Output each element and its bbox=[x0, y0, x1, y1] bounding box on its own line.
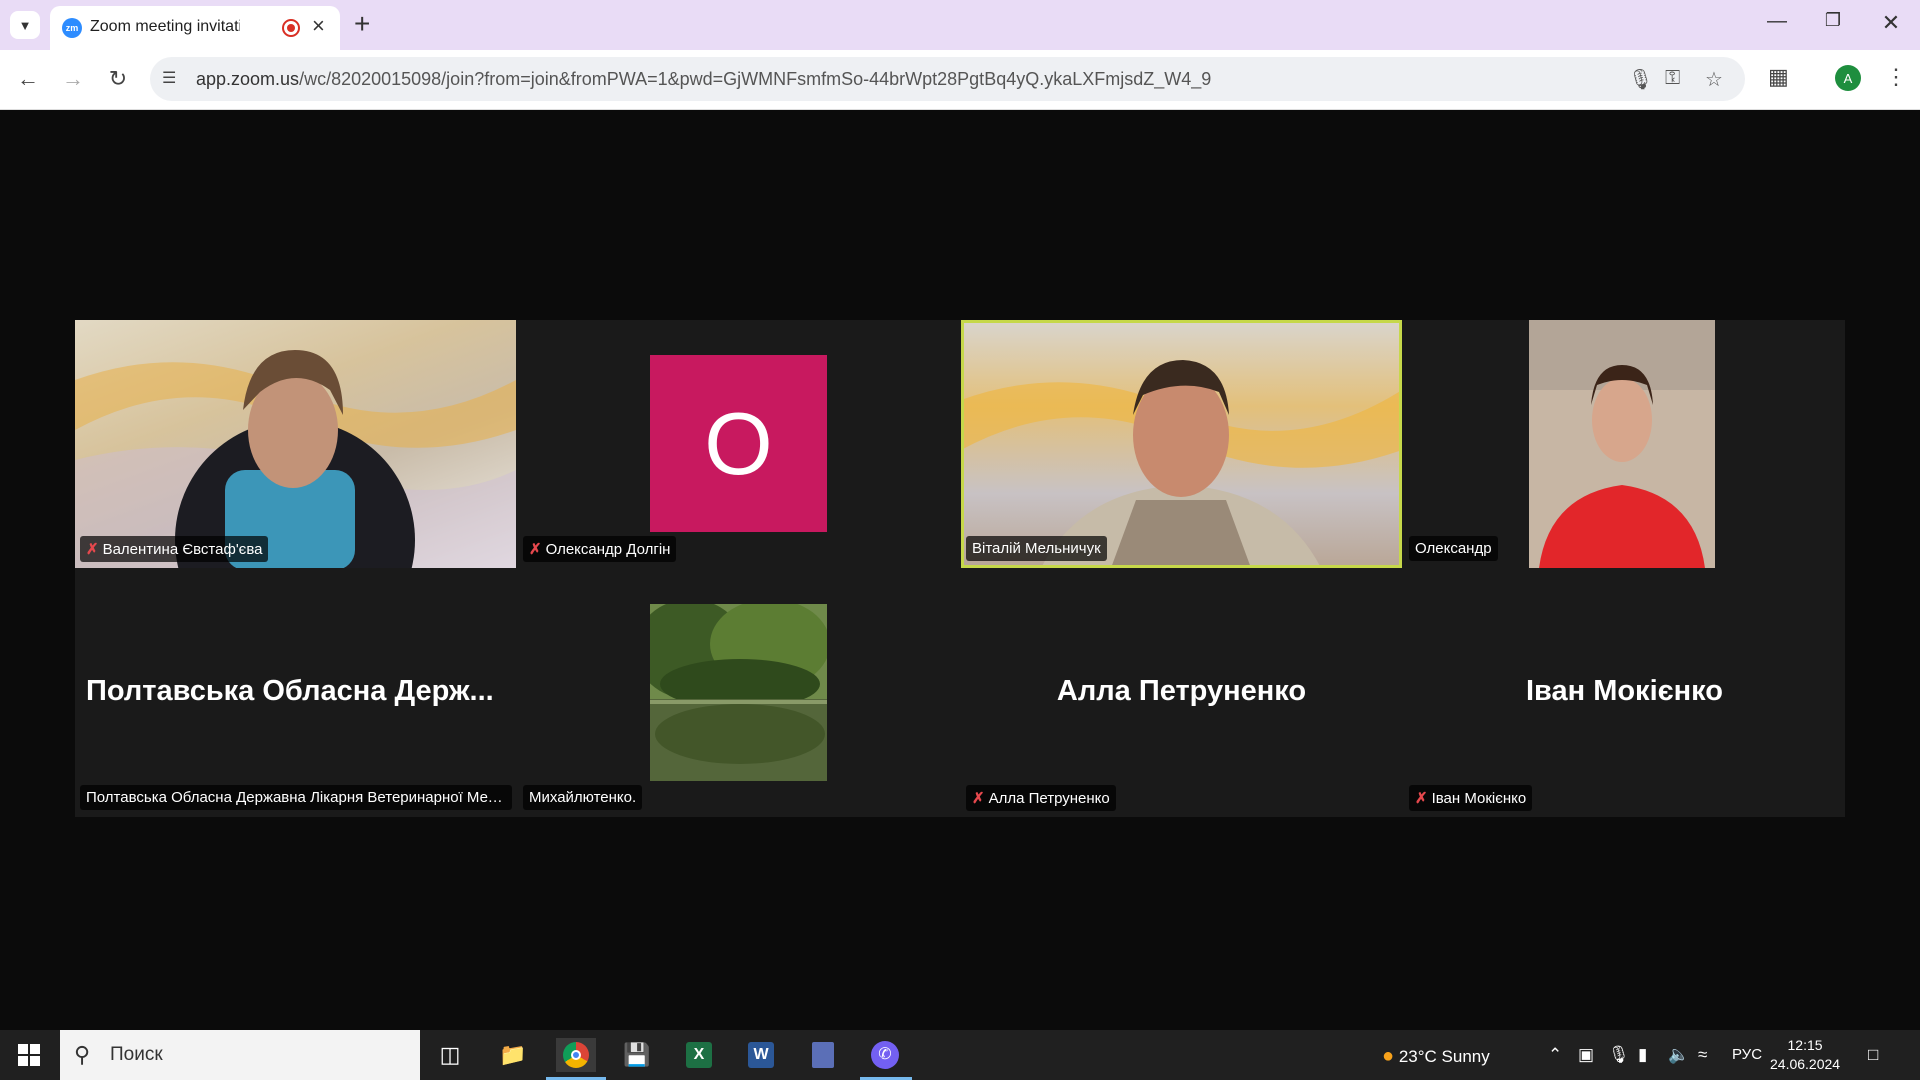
video-feed-3 bbox=[961, 360, 1402, 568]
participant-name: Олександр Долгін bbox=[545, 541, 671, 558]
participant-display-name: Полтавська Обласна Держ... bbox=[86, 675, 494, 707]
weather-text: 23°C Sunny bbox=[1398, 1047, 1490, 1066]
clock-date: 24.06.2024 bbox=[1770, 1056, 1841, 1072]
kebab-menu-icon[interactable]: ⋮ bbox=[1885, 64, 1907, 90]
participant-name-tag: ✗ Олександр Долгін bbox=[523, 536, 677, 562]
back-icon[interactable]: ← bbox=[13, 64, 43, 94]
tab-title: Zoom meeting invitation - Zoom bbox=[90, 18, 240, 35]
address-toolbar: ← → ↻ ☰ app.zoom.us/wc/82020015098/join?… bbox=[0, 50, 1920, 110]
video-feed-4 bbox=[1529, 320, 1715, 568]
new-tab-button[interactable]: + bbox=[354, 8, 370, 40]
video-tile-participant-5[interactable]: Полтавська Обласна Держ... Полтавська Об… bbox=[75, 569, 516, 817]
video-tile-participant-6[interactable]: Михайлютенко. bbox=[518, 569, 959, 817]
participant-name: Полтавська Обласна Державна Лікарня Вете… bbox=[86, 789, 509, 806]
url-path: /wc/82020015098/join?from=join&fromPWA=1… bbox=[299, 69, 1212, 89]
participant-name: Валентина Євстаф'єва bbox=[102, 541, 263, 558]
calculator-icon[interactable] bbox=[803, 1038, 843, 1072]
mic-muted-icon: ✗ bbox=[1415, 790, 1428, 807]
microphone-icon[interactable]: 🎙 bbox=[1628, 67, 1653, 92]
extensions-puzzle-icon[interactable]: ▦ bbox=[1768, 64, 1789, 90]
url-host: app.zoom.us bbox=[196, 69, 300, 89]
recording-icon bbox=[282, 19, 300, 37]
chrome-icon[interactable] bbox=[556, 1038, 596, 1072]
participant-name-tag: ✗ Валентина Євстаф'єва bbox=[80, 536, 269, 562]
reload-icon[interactable]: ↻ bbox=[103, 64, 133, 94]
close-tab-icon[interactable]: × bbox=[312, 14, 325, 38]
video-tile-participant-4[interactable]: Олександр bbox=[1404, 320, 1845, 568]
system-clock[interactable]: 12:15 24.06.2024 bbox=[1770, 1036, 1840, 1074]
zoom-favicon-icon: zm bbox=[62, 18, 82, 38]
gallery-view: ✗ Валентина Євстаф'єва О ✗ Олександр Долгі… bbox=[75, 320, 1845, 817]
viber-icon[interactable]: ✆ bbox=[865, 1038, 905, 1072]
url-text: app.zoom.us/wc/82020015098/join?from=joi… bbox=[196, 69, 1211, 90]
chevron-down-icon: ▼ bbox=[18, 17, 32, 33]
minimize-icon[interactable]: — bbox=[1762, 10, 1792, 33]
site-settings-icon[interactable]: ☰ bbox=[162, 68, 176, 88]
chevron-up-icon[interactable]: ⌃ bbox=[1548, 1045, 1562, 1065]
file-explorer-icon[interactable]: 📁 bbox=[493, 1038, 533, 1072]
address-bar[interactable]: ☰ app.zoom.us/wc/82020015098/join?from=j… bbox=[150, 57, 1745, 101]
microphone-tray-icon[interactable]: 🎙 bbox=[1608, 1045, 1630, 1065]
search-icon: ⚲ bbox=[74, 1042, 91, 1067]
participant-name: Михайлютенко. bbox=[529, 789, 637, 806]
word-icon[interactable]: W bbox=[741, 1038, 781, 1072]
language-indicator[interactable]: РУС bbox=[1732, 1046, 1762, 1063]
battery-icon[interactable]: ▮ bbox=[1638, 1045, 1647, 1065]
participant-name-tag: Михайлютенко. bbox=[523, 785, 643, 810]
excel-icon[interactable]: X bbox=[679, 1038, 719, 1072]
participant-name: Віталій Мельничук bbox=[972, 540, 1101, 557]
windows-start-icon[interactable] bbox=[18, 1044, 40, 1066]
participant-name: Іван Мокієнко bbox=[1431, 790, 1527, 807]
participant-name-tag: Полтавська Обласна Державна Лікарня Вете… bbox=[80, 785, 512, 810]
video-tile-participant-1[interactable]: ✗ Валентина Євстаф'єва bbox=[75, 320, 516, 568]
restore-icon[interactable]: ❐ bbox=[1818, 10, 1848, 31]
close-window-icon[interactable]: ✕ bbox=[1876, 10, 1906, 36]
clock-time: 12:15 bbox=[1787, 1037, 1823, 1053]
task-view-icon[interactable]: ◫ bbox=[430, 1038, 470, 1072]
participant-display-name: Алла Петруненко bbox=[1056, 675, 1307, 707]
participant-profile-picture bbox=[650, 604, 827, 781]
participant-name: Алла Петруненко bbox=[988, 790, 1110, 807]
video-tile-participant-7[interactable]: Алла Петруненко ✗ Алла Петруненко bbox=[961, 569, 1402, 817]
weather-widget[interactable]: ● 23°C Sunny bbox=[1382, 1045, 1490, 1068]
save-disk-app-icon[interactable]: 💾 bbox=[617, 1038, 657, 1072]
video-tile-participant-8[interactable]: Іван Мокієнко ✗ Іван Мокієнко bbox=[1404, 569, 1845, 817]
video-tile-participant-3-active-speaker[interactable]: Віталій Мельничук bbox=[961, 320, 1402, 568]
forward-icon[interactable]: → bbox=[58, 64, 88, 94]
taskbar-search-placeholder: Поиск bbox=[110, 1044, 163, 1065]
windows-taskbar: ⚲ Поиск ◫ 📁 💾 X W ✆ ● 23°C Sunny ⌃ ▣ 🎙 ▮… bbox=[0, 1030, 1920, 1080]
password-key-icon[interactable]: ⚿ bbox=[1665, 67, 1680, 90]
weather-sun-icon: ● bbox=[1382, 1045, 1395, 1067]
mic-muted-icon: ✗ bbox=[529, 541, 542, 558]
participant-name-tag: ✗ Алла Петруненко bbox=[966, 785, 1116, 811]
bookmark-star-icon[interactable]: ☆ bbox=[1705, 67, 1723, 92]
zoom-meeting-stage: ✗ Валентина Євстаф'єва О ✗ Олександр Долгі… bbox=[0, 110, 1920, 1030]
participant-display-name: Іван Мокієнко bbox=[1525, 675, 1724, 707]
participant-name-tag: ✗ Іван Мокієнко bbox=[1409, 785, 1533, 811]
tab-search-button[interactable]: ▼ bbox=[10, 11, 40, 39]
mic-muted-icon: ✗ bbox=[972, 790, 985, 807]
taskbar-search-box[interactable]: ⚲ Поиск bbox=[60, 1030, 420, 1080]
video-feed-1 bbox=[75, 350, 516, 568]
meet-now-icon[interactable]: ▣ bbox=[1578, 1045, 1594, 1065]
notifications-icon[interactable]: □ bbox=[1868, 1045, 1878, 1065]
participant-avatar-initial: О bbox=[650, 355, 827, 532]
volume-icon[interactable]: 🔈 bbox=[1668, 1045, 1689, 1065]
participant-name: Олександр bbox=[1415, 540, 1492, 557]
profile-avatar[interactable]: A bbox=[1835, 65, 1861, 91]
wifi-icon[interactable]: ≈ bbox=[1698, 1045, 1707, 1065]
participant-name-tag: Олександр bbox=[1409, 536, 1498, 561]
browser-tab-active[interactable]: zm Zoom meeting invitation - Zoom × bbox=[50, 6, 340, 50]
participant-name-tag: Віталій Мельничук bbox=[966, 536, 1107, 561]
mic-muted-icon: ✗ bbox=[86, 541, 99, 558]
video-tile-participant-2[interactable]: О ✗ Олександр Долгін bbox=[518, 320, 959, 568]
browser-tab-bar: ▼ zm Zoom meeting invitation - Zoom × + … bbox=[0, 0, 1920, 50]
